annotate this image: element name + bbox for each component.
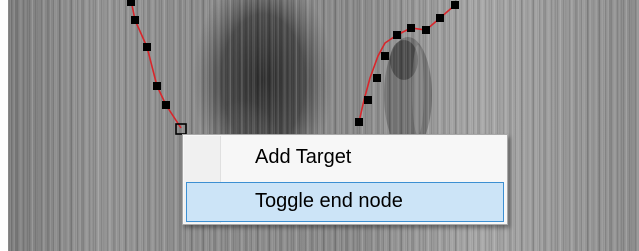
- contour-node[interactable]: [162, 101, 170, 109]
- contour-node[interactable]: [436, 14, 444, 22]
- contour-node[interactable]: [422, 26, 430, 34]
- contour-node[interactable]: [381, 52, 389, 60]
- contour-node[interactable]: [153, 82, 161, 90]
- screenshot-stage: Add Target Toggle end node: [0, 0, 639, 251]
- menu-item-add-target[interactable]: Add Target: [186, 138, 504, 178]
- contour-node[interactable]: [364, 96, 372, 104]
- contour-node[interactable]: [143, 43, 151, 51]
- contour-node[interactable]: [373, 74, 381, 82]
- contour-node[interactable]: [355, 118, 363, 126]
- context-menu: Add Target Toggle end node: [182, 134, 508, 225]
- contour-node[interactable]: [127, 0, 135, 6]
- menu-item-toggle-end-node[interactable]: Toggle end node: [186, 182, 504, 222]
- contour-node[interactable]: [393, 31, 401, 39]
- contour-node[interactable]: [131, 16, 139, 24]
- contour-node[interactable]: [407, 24, 415, 32]
- contour-node[interactable]: [451, 1, 459, 9]
